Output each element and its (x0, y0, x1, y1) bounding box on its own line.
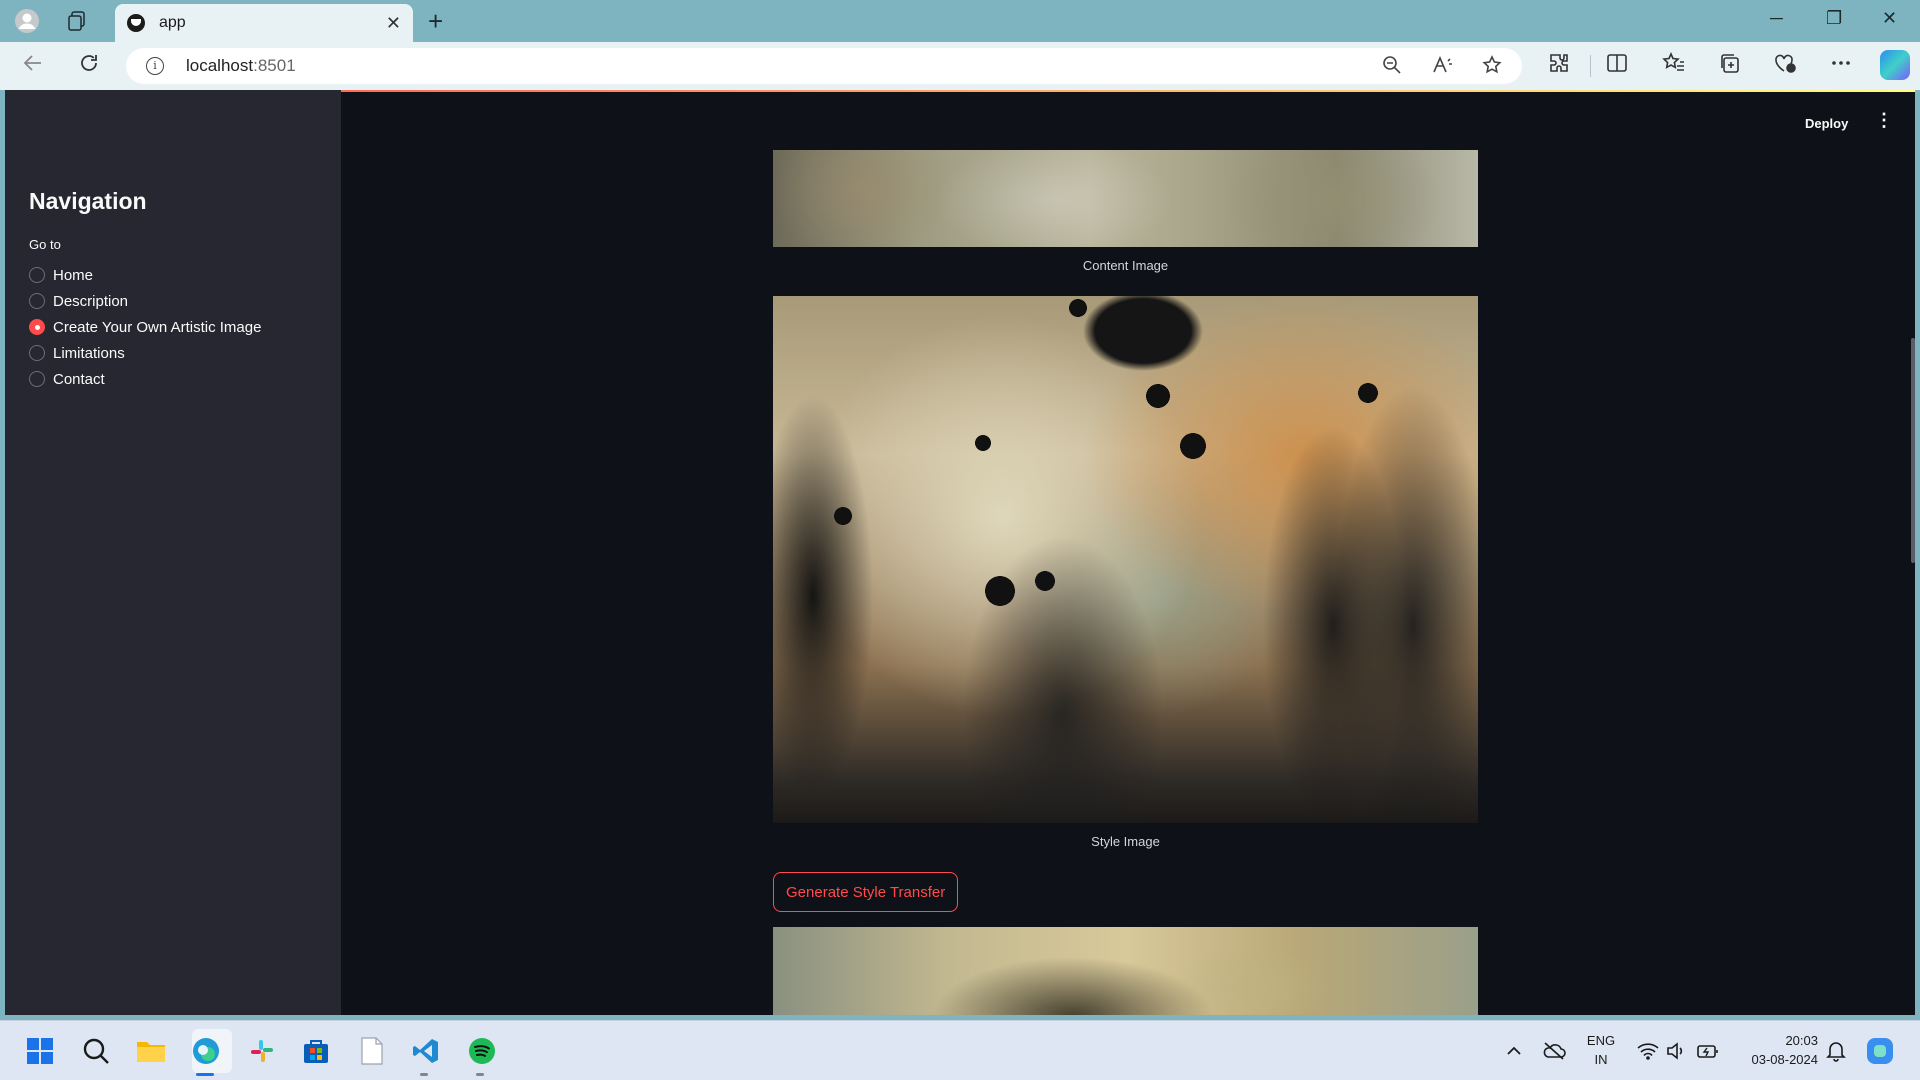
site-info-icon[interactable]: i (146, 57, 164, 75)
zoom-out-icon[interactable] (1382, 55, 1402, 81)
reload-icon[interactable] (78, 52, 100, 80)
new-tab-button[interactable]: + (428, 6, 443, 37)
streamlit-favicon-icon (127, 14, 145, 32)
browser-tab[interactable]: app ✕ (115, 4, 413, 42)
collections-icon[interactable] (1718, 52, 1740, 80)
browser-titlebar: app ✕ + ─ ❐ ✕ (0, 0, 1920, 42)
copilot-taskbar-icon[interactable] (1864, 1035, 1896, 1067)
slack-icon[interactable] (246, 1035, 278, 1067)
radio-option-label: Contact (53, 370, 105, 388)
favorite-star-icon[interactable] (1482, 55, 1502, 81)
language-indicator[interactable]: ENG (1582, 1033, 1620, 1048)
content-image (773, 150, 1478, 247)
chevron-up-icon[interactable] (1498, 1035, 1530, 1067)
clock-time[interactable]: 20:03 (1736, 1033, 1818, 1048)
radio-option-home[interactable]: Home (29, 262, 261, 288)
favorites-icon[interactable] (1662, 52, 1686, 80)
radio-option-contact[interactable]: Contact (29, 366, 261, 392)
radio-option-label: Description (53, 292, 129, 310)
main-menu-icon[interactable]: ⋮ (1875, 110, 1893, 131)
radio-option-limitations[interactable]: Limitations (29, 340, 261, 366)
toolbar-divider (1590, 55, 1591, 77)
windows-start-icon[interactable] (24, 1035, 56, 1067)
search-icon[interactable] (80, 1035, 112, 1067)
spotify-icon[interactable] (466, 1035, 498, 1067)
clock-date[interactable]: 03-08-2024 (1736, 1052, 1819, 1067)
browser-essentials-icon[interactable] (1773, 52, 1797, 80)
result-image (773, 927, 1478, 1015)
browser-toolbar: i localhost:8501 (0, 42, 1920, 90)
notification-bell-icon[interactable] (1820, 1035, 1852, 1067)
radio-option-label: Limitations (53, 344, 125, 362)
radio-button-icon[interactable] (29, 267, 45, 283)
tab-title: app (159, 14, 186, 31)
copilot-icon[interactable] (1880, 50, 1910, 80)
vscode-icon[interactable] (410, 1035, 442, 1067)
radio-button-selected-icon[interactable] (29, 319, 45, 335)
radio-option-label: Create Your Own Artistic Image (53, 318, 262, 336)
navigation-radio-group: Home Description Create Your Own Artisti… (29, 262, 261, 392)
battery-charging-icon[interactable] (1692, 1035, 1724, 1067)
volume-icon[interactable] (1660, 1035, 1692, 1067)
back-arrow-icon[interactable] (22, 52, 44, 80)
file-explorer-icon[interactable] (135, 1035, 167, 1067)
extensions-icon[interactable] (1548, 52, 1570, 80)
notepad-file-icon[interactable] (356, 1035, 388, 1067)
address-bar[interactable]: i localhost:8501 (126, 48, 1522, 84)
url-port: :8501 (253, 56, 296, 75)
profile-icon[interactable] (14, 8, 40, 34)
window-close-button[interactable]: ✕ (1882, 8, 1897, 29)
deploy-button[interactable]: Deploy (1805, 116, 1848, 131)
vscode-open-indicator (420, 1073, 428, 1076)
minimize-button[interactable]: ─ (1770, 8, 1783, 29)
app-page: Navigation Go to Home Description Create… (5, 90, 1915, 1015)
generate-style-transfer-button[interactable]: Generate Style Transfer (773, 872, 959, 912)
more-options-icon[interactable] (1830, 52, 1852, 80)
radio-button-icon[interactable] (29, 345, 45, 361)
workspaces-icon[interactable] (64, 8, 90, 34)
sidebar: Navigation Go to Home Description Create… (5, 90, 341, 1015)
sidebar-title: Navigation (29, 188, 147, 214)
edge-active-indicator (196, 1073, 214, 1076)
radio-option-label: Home (53, 266, 94, 284)
radio-button-icon[interactable] (29, 293, 45, 309)
microsoft-store-icon[interactable] (300, 1035, 332, 1067)
split-screen-icon[interactable] (1606, 52, 1628, 80)
taskbar: ENG IN 20:03 03-08-2024 (0, 1020, 1920, 1080)
scrollbar-thumb[interactable] (1911, 338, 1915, 563)
region-indicator[interactable]: IN (1582, 1052, 1620, 1067)
radio-button-icon[interactable] (29, 371, 45, 387)
spotify-open-indicator (476, 1073, 484, 1076)
url-host: localhost (186, 56, 254, 75)
radio-option-create[interactable]: Create Your Own Artistic Image (29, 314, 261, 340)
radio-option-description[interactable]: Description (29, 288, 261, 314)
style-image (773, 296, 1478, 823)
style-image-caption: Style Image (1091, 834, 1160, 849)
onedrive-offline-icon[interactable] (1538, 1035, 1570, 1067)
radio-group-label: Go to (29, 237, 61, 252)
read-aloud-icon[interactable] (1432, 55, 1454, 81)
url-text: localhost:8501 (186, 56, 296, 76)
content-image-caption: Content Image (1082, 258, 1169, 273)
restore-button[interactable]: ❐ (1826, 8, 1842, 29)
edge-browser-icon[interactable] (190, 1035, 222, 1067)
tab-close-icon[interactable]: ✕ (386, 13, 401, 34)
